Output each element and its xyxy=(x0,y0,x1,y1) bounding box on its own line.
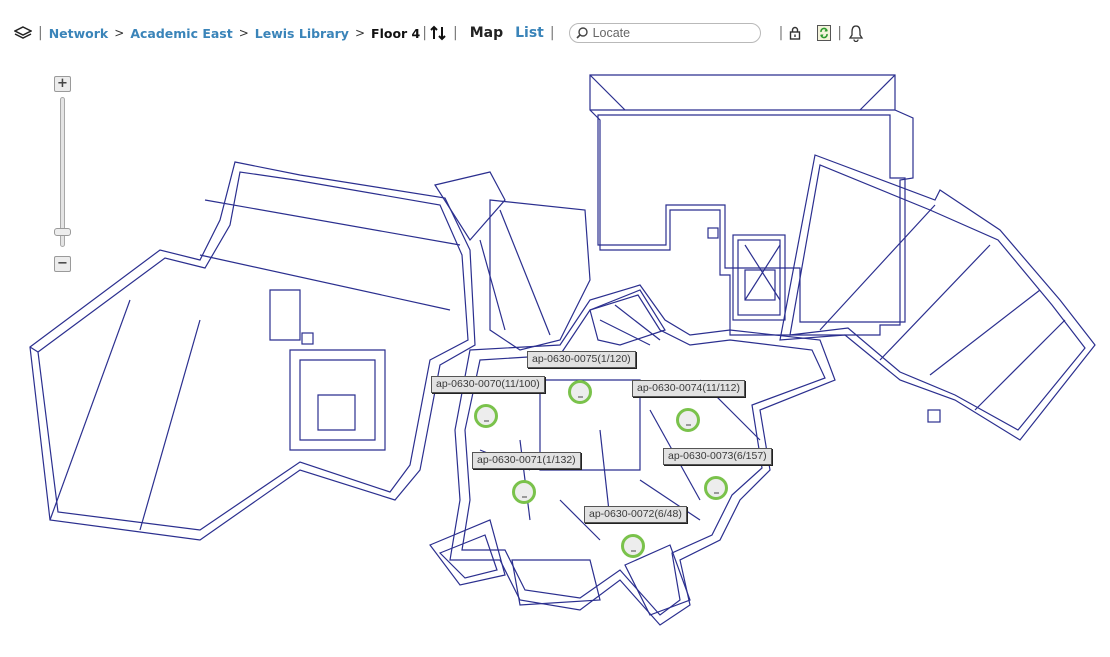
breadcrumb-separator: > xyxy=(114,26,125,40)
access-point[interactable]: ap-0630-0070(11/100) xyxy=(431,376,545,428)
map-toolbar: | Network > Academic East > Lewis Librar… xyxy=(0,0,1110,66)
up-down-arrows-icon[interactable] xyxy=(429,25,447,41)
locate-search-box[interactable] xyxy=(568,23,761,43)
divider: | xyxy=(422,25,427,41)
wifi-ap-icon[interactable] xyxy=(512,480,536,504)
wifi-ap-icon[interactable] xyxy=(676,408,700,432)
divider: | xyxy=(38,25,43,41)
breadcrumb-separator: > xyxy=(238,26,249,40)
ap-label: ap-0630-0073(6/157) xyxy=(663,448,772,465)
view-list-button[interactable]: List xyxy=(515,25,544,41)
breadcrumb-separator: > xyxy=(354,26,366,40)
ap-label: ap-0630-0074(11/112) xyxy=(632,380,745,397)
ap-label: ap-0630-0072(6/48) xyxy=(584,506,687,523)
access-point[interactable]: ap-0630-0073(6/157) xyxy=(663,448,772,500)
bell-icon[interactable] xyxy=(848,24,864,42)
layers-icon[interactable] xyxy=(14,26,32,40)
breadcrumb-academic-east[interactable]: Academic East xyxy=(130,26,232,41)
refresh-icon[interactable] xyxy=(817,25,832,41)
wifi-ap-icon[interactable] xyxy=(621,534,645,558)
locate-search-input[interactable] xyxy=(590,25,755,41)
ap-label: ap-0630-0075(1/120) xyxy=(527,351,636,368)
access-point[interactable]: ap-0630-0071(1/132) xyxy=(472,452,581,504)
divider: | xyxy=(452,25,458,41)
lock-icon[interactable] xyxy=(789,26,801,40)
breadcrumb-lewis-library[interactable]: Lewis Library xyxy=(255,26,349,41)
wifi-ap-icon[interactable] xyxy=(568,380,592,404)
divider: | xyxy=(549,25,555,41)
breadcrumb-network[interactable]: Network xyxy=(49,26,109,41)
search-icon xyxy=(575,27,588,39)
access-point[interactable]: ap-0630-0072(6/48) xyxy=(584,506,687,558)
breadcrumb-current-floor: Floor 4 xyxy=(371,25,421,41)
wifi-ap-icon[interactable] xyxy=(704,476,728,500)
divider: | xyxy=(837,25,842,41)
view-map-button[interactable]: Map xyxy=(470,25,503,41)
wifi-ap-icon[interactable] xyxy=(474,404,498,428)
access-point[interactable]: ap-0630-0074(11/112) xyxy=(632,380,745,432)
ap-label: ap-0630-0070(11/100) xyxy=(431,376,545,393)
ap-label: ap-0630-0071(1/132) xyxy=(472,452,581,469)
divider: | xyxy=(778,25,784,41)
access-point[interactable]: ap-0630-0075(1/120) xyxy=(527,351,636,404)
